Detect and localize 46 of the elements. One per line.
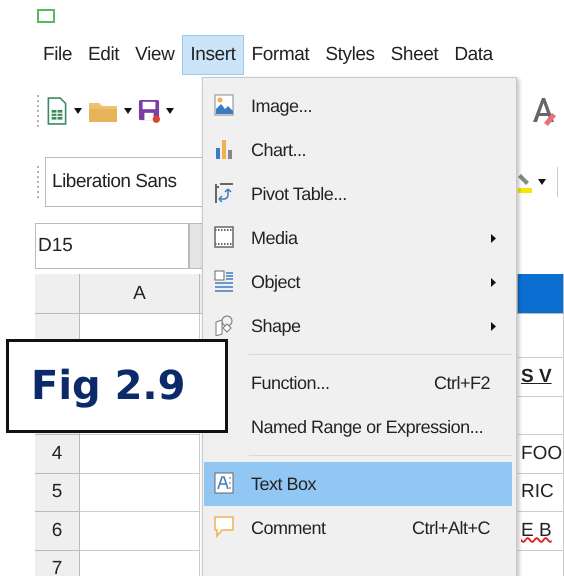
spreadsheet-icon[interactable] (46, 97, 68, 125)
table-cell: FOO (518, 435, 564, 474)
menu-item[interactable]: Insert (182, 34, 244, 74)
image-icon (214, 94, 234, 116)
object-icon (214, 270, 234, 292)
menu-item[interactable]: Format (244, 34, 318, 74)
shortcut-text: Ctrl+F2 (434, 372, 490, 394)
table-cell: RIC (518, 474, 564, 512)
shortcut-text: Ctrl+Alt+C (412, 518, 490, 538)
row-header[interactable]: 4 (35, 435, 80, 474)
dropdown-arrow-icon[interactable] (124, 108, 132, 114)
row-header[interactable]: 6 (35, 512, 80, 550)
dropdown-arrow-icon[interactable] (166, 108, 174, 114)
dropdown-arrow-icon[interactable] (538, 178, 546, 184)
menu-item[interactable]: Pivot Table... (204, 172, 512, 216)
menu-item[interactable]: Text Box (204, 462, 512, 506)
menu-item[interactable]: Object (204, 260, 512, 304)
clear-formatting-icon[interactable] (530, 96, 556, 126)
corner-header (35, 274, 80, 314)
menu-item[interactable]: Edit (80, 34, 128, 74)
app-icon (37, 9, 55, 23)
table-cell: E B (518, 512, 564, 550)
menu-item[interactable]: Styles (317, 34, 383, 74)
text-box-icon (214, 472, 234, 494)
menu-item[interactable]: Sheet (382, 34, 446, 74)
column-header[interactable]: A (80, 274, 200, 314)
name-box[interactable]: D15 (35, 223, 189, 269)
column-header[interactable] (518, 274, 564, 314)
row-header[interactable]: 7 (35, 550, 80, 576)
pivot-table-icon (214, 182, 234, 204)
comment-icon (214, 516, 234, 538)
table-cell: S V (518, 358, 564, 396)
figure-label-overlay: Fig 2.9 (6, 339, 228, 433)
menu-item[interactable]: Image... (204, 84, 512, 128)
save-icon[interactable] (138, 97, 160, 125)
menu-item[interactable]: Media (204, 216, 512, 260)
row-header[interactable]: 5 (35, 474, 80, 512)
bar-chart-icon (214, 138, 234, 160)
menu-item[interactable]: File (35, 34, 80, 74)
shapes-icon (214, 314, 234, 336)
dropdown-arrow-icon[interactable] (74, 108, 82, 114)
menu-item[interactable]: Data (446, 34, 501, 74)
film-icon (214, 226, 234, 248)
menu-item[interactable]: View (127, 34, 182, 74)
menu-item[interactable]: Comment Ctrl+Alt+C (204, 506, 512, 550)
menu-item[interactable]: Chart... (204, 128, 512, 172)
